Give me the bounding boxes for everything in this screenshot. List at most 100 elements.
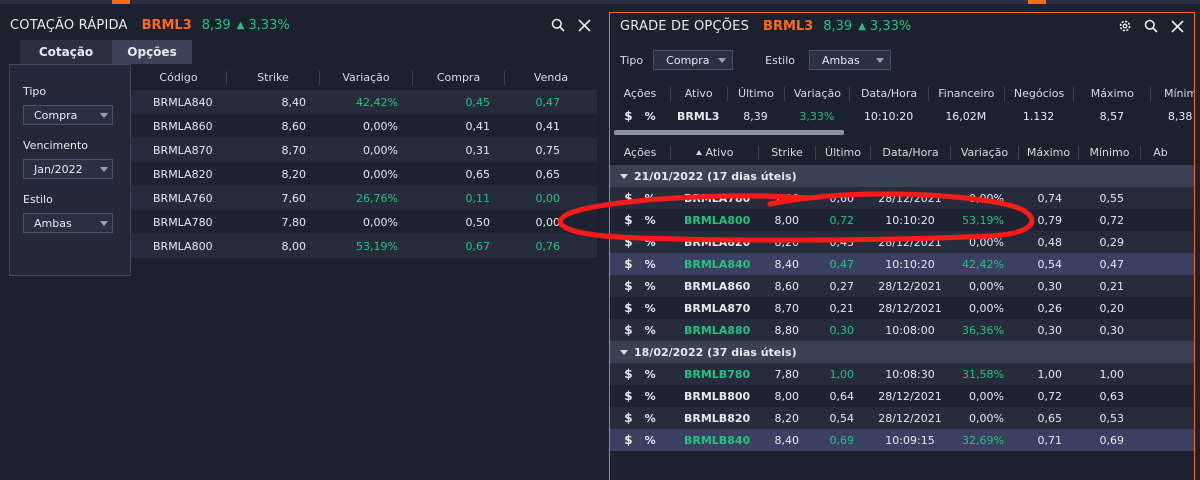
grid-row[interactable]: $% BRMLA780 7,80 0,60 28/12/2021 0,00% 0,74 0,5…: [610, 187, 1194, 209]
summary-col-minimo[interactable]: Mínim: [1150, 87, 1194, 101]
tipo-select[interactable]: Compra: [23, 105, 113, 125]
panel-ticker[interactable]: BRML3: [763, 19, 813, 34]
cell-variacao: 31,58%: [962, 367, 1004, 381]
gear-icon[interactable]: [1116, 17, 1134, 35]
percent-icon[interactable]: %: [645, 236, 656, 249]
grid-row[interactable]: $% BRMLB840 8,40 0,69 10:09:15 32,69% 0,71 0,69: [610, 429, 1194, 451]
column-header-strike[interactable]: Strike: [226, 71, 319, 85]
top-bar: [0, 0, 1200, 4]
table-row[interactable]: BRMLA780 7,80 0,00% 0,50 0,00: [131, 210, 597, 234]
grid-row[interactable]: $% BRMLA870 8,70 0,21 28/12/2021 0,00% 0,26 0,2…: [610, 297, 1194, 319]
tab-cotacao[interactable]: Cotação: [20, 40, 112, 64]
grid-col-maximo[interactable]: Máximo: [1018, 146, 1078, 160]
grid-col-acoes[interactable]: Ações: [610, 146, 670, 160]
table-row[interactable]: BRMLA840 8,40 42,42% 0,45 0,47: [131, 90, 597, 114]
summary-col-maximo[interactable]: Máximo: [1073, 87, 1150, 101]
dollar-icon[interactable]: $: [624, 367, 632, 381]
percent-icon[interactable]: %: [645, 192, 656, 205]
table-row[interactable]: BRMLA820 8,20 0,00% 0,65 0,65: [131, 162, 597, 186]
percent-icon[interactable]: %: [645, 434, 656, 447]
expiry-group-header[interactable]: 18/02/2022 (37 dias úteis): [610, 341, 1194, 363]
grid-col-strike[interactable]: Strike: [758, 146, 815, 160]
cell-strike: 8,20: [774, 235, 800, 249]
column-header-variacao[interactable]: Variação: [319, 71, 412, 85]
expiry-group-label: 21/01/2022 (17 dias úteis): [634, 169, 797, 183]
dollar-icon[interactable]: $: [624, 301, 632, 315]
cell-venda: 0,41: [535, 119, 561, 133]
grid-row[interactable]: $% BRMLA800 8,00 0,72 10:10:20 53,19% 0,79 0,72: [610, 209, 1194, 231]
grid-row[interactable]: $% BRMLA820 8,20 0,43 28/12/2021 0,00% 0,48 0,2…: [610, 231, 1194, 253]
search-icon[interactable]: [549, 16, 567, 34]
dollar-icon[interactable]: $: [624, 109, 632, 123]
summary-financeiro: 16,02M: [945, 109, 987, 123]
percent-icon[interactable]: %: [645, 412, 656, 425]
cell-ultimo: 1,00: [829, 367, 855, 381]
summary-col-acoes[interactable]: Ações: [610, 87, 670, 101]
close-icon[interactable]: [1168, 17, 1186, 35]
percent-icon[interactable]: %: [645, 280, 656, 293]
estilo-select[interactable]: Ambas: [23, 213, 113, 233]
dollar-icon[interactable]: $: [624, 433, 632, 447]
column-header-compra[interactable]: Compra: [412, 71, 504, 85]
percent-icon[interactable]: %: [645, 110, 656, 123]
dollar-icon[interactable]: $: [624, 279, 632, 293]
expiry-group-header[interactable]: 21/01/2022 (17 dias úteis): [610, 165, 1194, 187]
cell-ultimo: 0,47: [829, 257, 855, 271]
cell-minimo: 1,00: [1099, 367, 1125, 381]
grid-col-minimo[interactable]: Mínimo: [1078, 146, 1140, 160]
dollar-icon[interactable]: $: [624, 191, 632, 205]
percent-icon[interactable]: %: [645, 390, 656, 403]
horizontal-scrollbar[interactable]: [614, 130, 844, 135]
cell-minimo: 0,55: [1099, 191, 1125, 205]
cell-minimo: 0,63: [1099, 389, 1125, 403]
cell-ultimo: 0,27: [829, 279, 855, 293]
summary-col-negocios[interactable]: Negócios: [1003, 87, 1074, 101]
grid-col-datahora[interactable]: Data/Hora: [870, 146, 950, 160]
percent-icon[interactable]: %: [645, 214, 656, 227]
column-header-codigo[interactable]: Código: [131, 71, 226, 85]
percent-icon[interactable]: %: [645, 302, 656, 315]
cell-maximo: 0,79: [1037, 213, 1063, 227]
vencimento-select-value: Jan/2022: [34, 162, 83, 176]
grid-row[interactable]: $% BRMLB820 8,20 0,54 28/12/2021 0,00% 0,65 0,5…: [610, 407, 1194, 429]
grid-row[interactable]: $% BRMLB800 8,00 0,64 28/12/2021 0,00% 0,72 0,6…: [610, 385, 1194, 407]
dollar-icon[interactable]: $: [624, 235, 632, 249]
summary-row[interactable]: $ % BRML3 8,39 3,33% 10:10:20 16,02M 1.1…: [610, 105, 1194, 127]
table-row[interactable]: BRMLA760 7,60 26,76% 0,11 0,00: [131, 186, 597, 210]
table-row[interactable]: BRMLA870 8,70 0,00% 0,31 0,75: [131, 138, 597, 162]
percent-icon[interactable]: %: [645, 258, 656, 271]
percent-icon[interactable]: %: [645, 368, 656, 381]
cell-strike: 8,20: [281, 167, 307, 181]
percent-icon[interactable]: %: [645, 324, 656, 337]
tab-opcoes[interactable]: Opções: [112, 40, 192, 64]
summary-col-financeiro[interactable]: Financeiro: [927, 87, 1004, 101]
estilo-select[interactable]: Ambas: [809, 50, 891, 70]
dollar-icon[interactable]: $: [624, 323, 632, 337]
tipo-select[interactable]: Compra: [653, 50, 734, 70]
up-arrow-icon: ▲: [236, 19, 245, 31]
cell-compra: 0,31: [465, 143, 491, 157]
column-header-venda[interactable]: Venda: [504, 71, 597, 85]
grid-col-ativo[interactable]: Ativo: [670, 146, 758, 160]
summary-col-datahora[interactable]: Data/Hora: [849, 87, 928, 101]
dollar-icon[interactable]: $: [624, 411, 632, 425]
dollar-icon[interactable]: $: [624, 389, 632, 403]
summary-col-variacao[interactable]: Variação: [784, 87, 849, 101]
dollar-icon[interactable]: $: [624, 213, 632, 227]
grid-row[interactable]: $% BRMLA880 8,80 0,30 10:08:00 36,36% 0,30 0,30: [610, 319, 1194, 341]
grid-col-ultimo[interactable]: Último: [815, 146, 870, 160]
close-icon[interactable]: [575, 16, 593, 34]
search-icon[interactable]: [1142, 17, 1160, 35]
table-row[interactable]: BRMLA800 8,00 53,19% 0,67 0,76: [131, 234, 597, 258]
panel-ticker[interactable]: BRML3: [142, 18, 192, 33]
grid-col-variacao[interactable]: Variação: [950, 146, 1018, 160]
grid-col-abertura[interactable]: Ab: [1140, 146, 1180, 160]
grid-row[interactable]: $% BRMLA840 8,40 0,47 10:10:20 42,42% 0,54 0,47: [610, 253, 1194, 275]
vencimento-select[interactable]: Jan/2022: [23, 159, 113, 179]
summary-col-ultimo[interactable]: Último: [726, 87, 785, 101]
dollar-icon[interactable]: $: [624, 257, 632, 271]
summary-col-ativo[interactable]: Ativo: [669, 87, 727, 101]
grid-row[interactable]: $% BRMLA860 8,60 0,27 28/12/2021 0,00% 0,30 0,2…: [610, 275, 1194, 297]
table-row[interactable]: BRMLA860 8,60 0,00% 0,41 0,41: [131, 114, 597, 138]
grid-row[interactable]: $% BRMLB780 7,80 1,00 10:08:30 31,58% 1,00 1,00: [610, 363, 1194, 385]
